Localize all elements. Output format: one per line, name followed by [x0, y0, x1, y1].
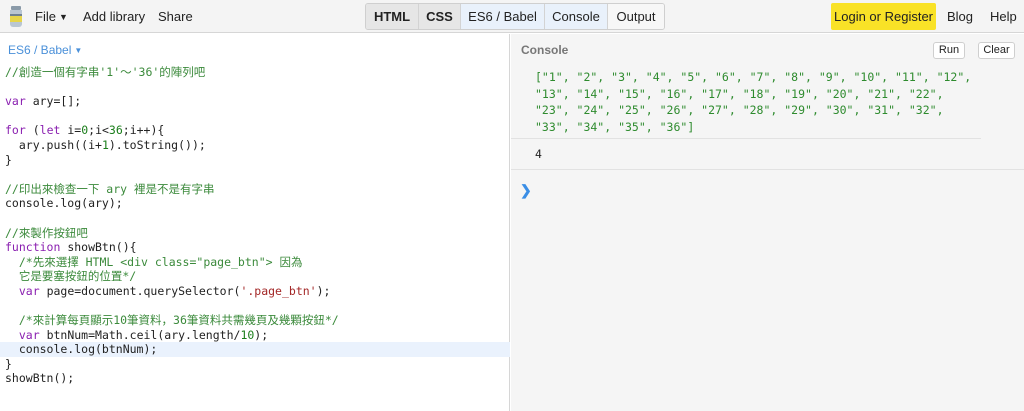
code-line[interactable] [0, 80, 510, 95]
code-comment: 它是要塞按鈕的位置*/ [5, 269, 137, 284]
console-log-number: 4 [511, 139, 1024, 170]
code-keyword: for [5, 123, 26, 138]
code-line[interactable]: showBtn(); [0, 371, 510, 386]
console-pane: Console Run Clear ["1", "2", "3", "4", "… [511, 34, 1024, 411]
code-line[interactable]: 它是要塞按鈕的位置*/ [0, 269, 510, 284]
code-keyword: function [5, 240, 61, 255]
code-text: ( [25, 123, 40, 138]
code-text: ); [316, 283, 331, 298]
code-text: ;i< [88, 123, 109, 138]
code-line[interactable] [0, 109, 510, 124]
console-log-array: ["1", "2", "3", "4", "5", "6", "7", "8",… [511, 67, 981, 139]
code-number: 1 [101, 137, 109, 152]
code-text: ;i++){ [122, 123, 165, 138]
code-line[interactable]: console.log(ary); [0, 196, 510, 211]
code-comment: //創造一個有字串'1'～'36'的陣列吧 [5, 65, 206, 79]
code-line[interactable]: } [0, 357, 510, 372]
language-dropdown[interactable]: ES6 / Babel ▼ [8, 43, 82, 57]
code-comment: /*先來選擇 HTML <div class="page_btn"> 因為 [5, 254, 303, 269]
code-line[interactable]: var page=document.querySelector('.page_b… [0, 284, 510, 299]
tab-html[interactable]: HTML [366, 4, 419, 29]
tab-console[interactable]: Console [545, 4, 608, 29]
code-comment: /*來計算每頁顯示10筆資料，36筆資料共需幾頁及幾顆按鈕*/ [5, 313, 339, 328]
code-text: btnNum=Math.ceil(ary.length/ [39, 327, 241, 342]
code-line[interactable]: /*來計算每頁顯示10筆資料，36筆資料共需幾頁及幾顆按鈕*/ [0, 313, 510, 328]
code-line[interactable]: //來製作按鈕吧 [0, 226, 510, 241]
share-button[interactable]: Share [158, 9, 193, 24]
code-text: console.log(btnNum); [5, 342, 158, 357]
run-button[interactable]: Run [933, 42, 965, 59]
code-text: } [5, 356, 12, 371]
console-title: Console [521, 43, 569, 57]
code-line[interactable] [0, 211, 510, 226]
code-line[interactable]: function showBtn(){ [0, 240, 510, 255]
code-line[interactable]: var btnNum=Math.ceil(ary.length/10); [0, 328, 510, 343]
code-line[interactable]: console.log(btnNum); [0, 342, 510, 357]
tab-output[interactable]: Output [608, 4, 664, 29]
code-text: ).toString()); [108, 137, 206, 152]
tab-es6-babel[interactable]: ES6 / Babel [461, 4, 545, 29]
help-link[interactable]: Help [990, 9, 1017, 24]
code-text: i= [60, 123, 82, 138]
tab-css[interactable]: CSS [419, 4, 461, 29]
code-line[interactable] [0, 167, 510, 182]
code-line[interactable]: } [0, 153, 510, 168]
code-line[interactable]: var ary=[]; [0, 94, 510, 109]
console-output: ["1", "2", "3", "4", "5", "6", "7", "8",… [511, 67, 1024, 170]
code-comment: //來製作按鈕吧 [5, 225, 88, 240]
code-string: '.page_btn' [240, 283, 317, 298]
console-prompt-icon[interactable]: ❯ [520, 182, 532, 199]
clear-button[interactable]: Clear [978, 42, 1015, 59]
code-editor[interactable]: //創造一個有字串'1'～'36'的陣列吧 var ary=[]; for (let… [0, 65, 510, 386]
code-editor-pane: ES6 / Babel ▼ //創造一個有字串'1'～'36'的陣列吧 var ar… [0, 34, 510, 411]
panel-tabs: HTML CSS ES6 / Babel Console Output [365, 3, 665, 30]
code-line[interactable]: for (let i=0;i<36;i++){ [0, 123, 510, 138]
code-keyword: var [5, 94, 26, 109]
chevron-down-icon: ▼ [74, 46, 83, 55]
jsbin-bottle-icon[interactable] [8, 6, 24, 27]
file-menu-label: File [35, 9, 56, 24]
code-text: console.log(ary); [5, 196, 123, 211]
code-line[interactable]: //印出來檢查一下 ary 裡是不是有字串 [0, 182, 510, 197]
blog-link[interactable]: Blog [947, 9, 973, 24]
code-text: showBtn(); [5, 371, 75, 386]
code-line[interactable]: //創造一個有字串'1'～'36'的陣列吧 [0, 65, 510, 80]
code-text: ); [254, 327, 269, 342]
code-text: page=document.querySelector( [39, 283, 241, 298]
code-keyword: var [18, 327, 40, 342]
language-label: ES6 / Babel [8, 43, 72, 57]
code-text: } [5, 152, 12, 167]
code-text: ary.push((i+ [5, 137, 102, 152]
code-text: ary=[]; [25, 94, 82, 109]
code-line[interactable]: ary.push((i+1).toString()); [0, 138, 510, 153]
login-register-button[interactable]: Login or Register [831, 3, 936, 30]
toolbar: File ▼ Add library Share HTML CSS ES6 / B… [0, 0, 1024, 33]
code-keyword: var [18, 283, 40, 298]
file-menu[interactable]: File ▼ [35, 9, 68, 24]
code-keyword: let [39, 123, 61, 138]
code-text: showBtn(){ [60, 240, 137, 255]
code-line[interactable]: /*先來選擇 HTML <div class="page_btn"> 因為 [0, 255, 510, 270]
code-comment: //印出來檢查一下 ary 裡是不是有字串 [5, 181, 215, 196]
code-number: 10 [240, 327, 255, 342]
code-line[interactable] [0, 299, 510, 314]
code-number: 36 [108, 123, 123, 138]
chevron-down-icon: ▼ [58, 12, 68, 22]
add-library-button[interactable]: Add library [83, 9, 145, 24]
